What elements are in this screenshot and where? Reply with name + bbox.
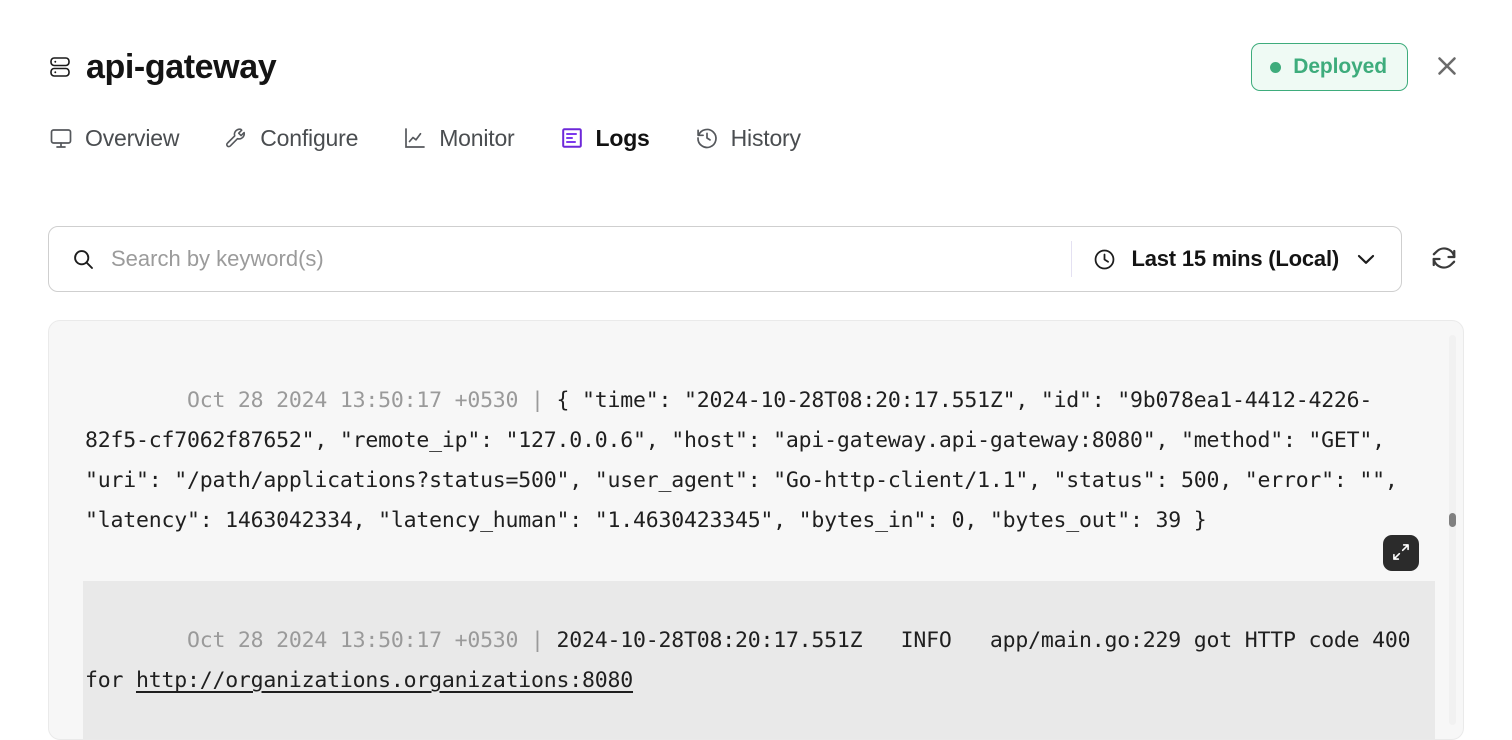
clock-rewind-icon (694, 125, 720, 151)
clock-icon (1092, 247, 1117, 272)
refresh-button[interactable] (1424, 239, 1464, 279)
tab-monitor[interactable]: Monitor (402, 124, 515, 152)
close-icon (1433, 52, 1461, 83)
tab-logs-label: Logs (595, 124, 650, 151)
log-scrollbar-track[interactable] (1449, 335, 1456, 725)
log-line[interactable]: Oct 28 2024 13:50:17 +0530 | 2024-10-28T… (83, 581, 1435, 739)
log-scroll-area[interactable]: Oct 28 2024 13:50:17 +0530 | { "time": "… (49, 321, 1463, 739)
close-button[interactable] (1430, 50, 1464, 84)
page-title: api-gateway (86, 48, 277, 86)
tab-history[interactable]: History (694, 125, 801, 152)
title-group: api-gateway (48, 48, 277, 86)
log-link[interactable]: http://organizations.organizations:8080 (136, 668, 633, 693)
log-list-icon (559, 125, 585, 151)
time-range-selector[interactable]: Last 15 mins (Local) (1076, 233, 1387, 285)
tab-configure-label: Configure (260, 124, 359, 151)
search-box[interactable]: Last 15 mins (Local) (48, 226, 1402, 292)
tab-bar: Overview Configure Monitor Logs History (48, 112, 1464, 164)
server-stack-icon (48, 54, 72, 80)
tab-logs[interactable]: Logs (559, 125, 650, 152)
logs-page: api-gateway Deployed Overview Configure … (0, 0, 1512, 740)
status-badge[interactable]: Deployed (1251, 43, 1408, 91)
search-input[interactable] (111, 227, 1071, 291)
line-chart-icon (402, 125, 428, 151)
time-range-label: Last 15 mins (Local) (1131, 246, 1339, 271)
log-line[interactable]: Oct 28 2024 13:50:17 +0530 | { "time": "… (83, 341, 1435, 581)
search-icon (71, 247, 95, 271)
log-scrollbar-thumb[interactable] (1449, 513, 1456, 527)
log-timestamp: Oct 28 2024 13:50:17 +0530 | (186, 388, 557, 413)
chevron-down-icon (1353, 246, 1379, 272)
tab-configure[interactable]: Configure (223, 125, 358, 152)
page-header: api-gateway Deployed (48, 0, 1464, 110)
tab-history-label: History (730, 124, 801, 151)
monitor-icon (48, 125, 74, 151)
logs-toolbar: Last 15 mins (Local) (48, 226, 1464, 292)
expand-logs-button[interactable] (1383, 535, 1419, 571)
refresh-icon (1429, 243, 1459, 276)
tab-monitor-label: Monitor (439, 124, 515, 151)
status-dot-icon (1270, 61, 1282, 73)
wrench-icon (223, 125, 249, 151)
log-viewer: Oct 28 2024 13:50:17 +0530 | { "time": "… (48, 320, 1464, 740)
tab-overview-label: Overview (85, 124, 180, 151)
toolbar-divider (1070, 241, 1073, 277)
tab-overview[interactable]: Overview (48, 125, 179, 152)
header-actions: Deployed (1251, 43, 1464, 91)
expand-arrows-icon (1391, 542, 1411, 565)
status-badge-label: Deployed (1293, 55, 1387, 78)
log-timestamp: Oct 28 2024 13:50:17 +0530 | (186, 628, 557, 653)
